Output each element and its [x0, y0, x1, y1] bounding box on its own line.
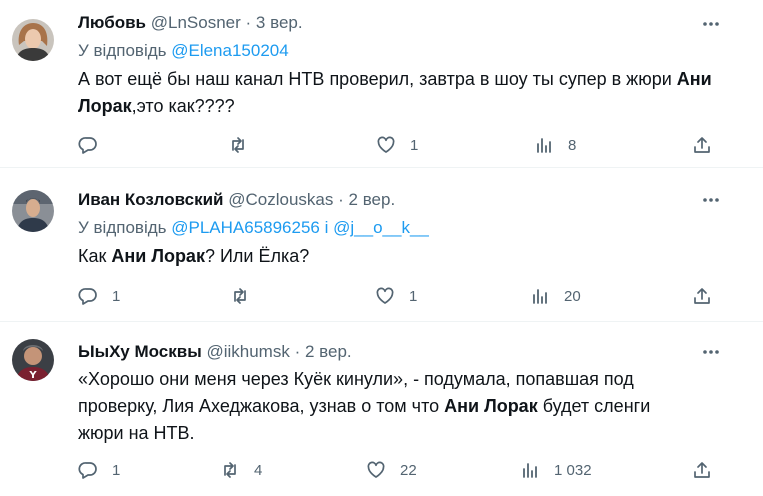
retweet-button[interactable]	[228, 133, 262, 157]
like-icon	[376, 135, 396, 155]
views-count: 20	[564, 287, 581, 305]
author-handle[interactable]: @LnSosner	[151, 13, 241, 32]
mention-link[interactable]: @Elena150204	[171, 41, 288, 60]
timestamp[interactable]: 3 вер.	[256, 13, 303, 32]
retweet-icon	[230, 286, 250, 306]
author-name[interactable]: Иван Козловский	[78, 190, 224, 209]
reply-button[interactable]: 1	[78, 458, 120, 482]
svg-text:Y: Y	[28, 370, 37, 381]
tweet[interactable]: Любовь @LnSosner · 3 вер. У відповідь @E…	[0, 0, 763, 167]
reply-to-line: У відповідь @Elena150204	[78, 41, 289, 61]
retweet-icon	[228, 135, 248, 155]
views-icon	[534, 135, 554, 155]
share-button[interactable]	[692, 284, 712, 308]
share-icon	[692, 286, 712, 306]
reply-to-line: У відповідь @PLAHA65896256 і @j__o__k__	[78, 218, 429, 238]
tweet-text: «Хорошо они меня через Куёк кинули», - п…	[78, 366, 678, 447]
views-button[interactable]: 20	[530, 284, 581, 308]
action-bar: 1 4 22 1 032	[78, 458, 728, 482]
retweet-count: 4	[254, 461, 263, 479]
more-icon[interactable]	[701, 190, 721, 210]
views-button[interactable]: 8	[534, 133, 576, 157]
share-icon	[692, 135, 712, 155]
like-button[interactable]: 22	[366, 458, 417, 482]
text-highlight: Ани Лорак	[444, 396, 538, 416]
reply-icon	[78, 286, 98, 306]
text-highlight: Ани Лорак	[111, 246, 205, 266]
like-count: 22	[400, 461, 417, 479]
retweet-icon	[220, 460, 240, 480]
mention-separator: і	[324, 218, 329, 237]
text-segment: Как	[78, 246, 112, 266]
like-button[interactable]: 1	[375, 284, 417, 308]
views-icon	[530, 286, 550, 306]
reply-icon	[78, 135, 98, 155]
more-icon[interactable]	[701, 14, 721, 34]
retweet-button[interactable]	[230, 284, 264, 308]
share-icon	[692, 460, 712, 480]
avatar[interactable]: Y	[12, 339, 54, 381]
like-icon	[375, 286, 395, 306]
reply-count: 1	[112, 461, 121, 479]
reply-button[interactable]: 1	[78, 284, 120, 308]
like-icon	[366, 460, 386, 480]
views-icon	[520, 460, 540, 480]
tweet-header: ЫыХу Москвы @iikhumsk · 2 вер.	[78, 342, 352, 362]
author-name[interactable]: Любовь	[78, 13, 146, 32]
like-count: 1	[410, 136, 419, 154]
views-button[interactable]: 1 032	[520, 458, 592, 482]
mention-link[interactable]: @PLAHA65896256	[171, 218, 320, 237]
separator-dot: ·	[294, 342, 301, 361]
author-handle[interactable]: @Cozlouskas	[228, 190, 333, 209]
separator-dot: ·	[245, 13, 252, 32]
timestamp[interactable]: 2 вер.	[305, 342, 352, 361]
tweet[interactable]: Иван Козловский @Cozlouskas · 2 вер. У в…	[0, 168, 763, 321]
share-button[interactable]	[692, 458, 712, 482]
action-bar: 1 1 20	[78, 284, 728, 308]
reply-prefix: У відповідь	[78, 41, 167, 60]
retweet-button[interactable]: 4	[220, 458, 262, 482]
author-name[interactable]: ЫыХу Москвы	[78, 342, 202, 361]
text-segment: А вот ещё бы наш канал НТВ проверил, зав…	[78, 69, 677, 89]
like-count: 1	[409, 287, 418, 305]
text-segment: ,это как????	[131, 96, 235, 116]
separator-dot: ·	[338, 190, 344, 209]
tweet[interactable]: Y ЫыХу Москвы @iikhumsk · 2 вер. «Хорошо…	[0, 322, 763, 496]
tweet-text: А вот ещё бы наш канал НТВ проверил, зав…	[78, 66, 718, 120]
avatar[interactable]	[12, 19, 54, 61]
text-segment: ? Или Ёлка?	[204, 246, 310, 266]
timestamp[interactable]: 2 вер.	[349, 190, 396, 209]
action-bar: 1 8	[78, 133, 728, 157]
views-count: 1 032	[554, 461, 592, 479]
more-icon[interactable]	[701, 342, 721, 362]
tweet-header: Иван Козловский @Cozlouskas · 2 вер.	[78, 190, 395, 210]
reply-button[interactable]	[78, 133, 112, 157]
author-handle[interactable]: @iikhumsk	[206, 342, 289, 361]
reply-icon	[78, 460, 98, 480]
views-count: 8	[568, 136, 577, 154]
share-button[interactable]	[692, 133, 712, 157]
reply-count: 1	[112, 287, 121, 305]
avatar[interactable]	[12, 190, 54, 232]
mention-link[interactable]: @j__o__k__	[333, 218, 429, 237]
like-button[interactable]: 1	[376, 133, 418, 157]
reply-prefix: У відповідь	[78, 218, 167, 237]
tweet-text: Как Ани Лорак? Или Ёлка?	[78, 243, 718, 270]
tweet-header: Любовь @LnSosner · 3 вер.	[78, 13, 303, 33]
